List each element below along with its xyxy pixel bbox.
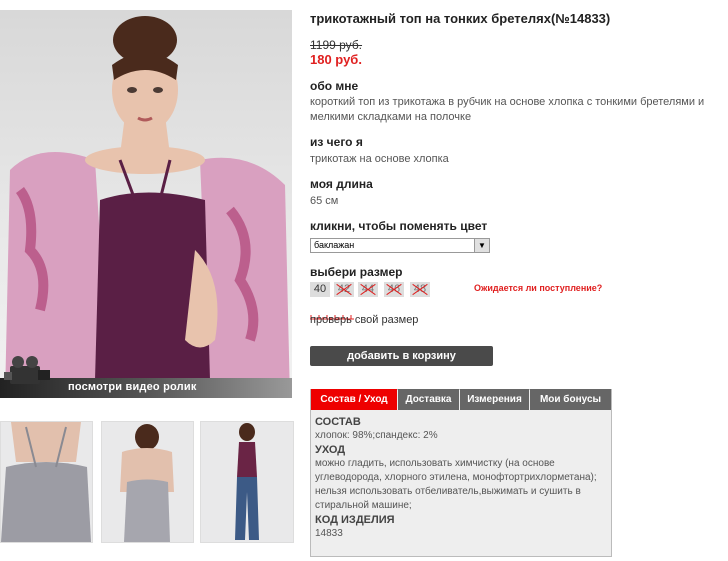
new-price: 180 руб. — [310, 52, 362, 67]
size-option-42[interactable]: 42 — [334, 282, 354, 297]
material-heading: из чего я — [310, 135, 363, 149]
thumbnail-3[interactable] — [200, 421, 294, 543]
length-text: 65 см — [310, 195, 339, 207]
chevron-down-icon[interactable]: ▼ — [474, 239, 489, 252]
thumbnail-1[interactable] — [0, 421, 93, 543]
about-heading: обо мне — [310, 79, 359, 93]
tab-bonuses[interactable]: Мои бонусы — [530, 389, 611, 410]
old-price: 1199 руб. — [310, 38, 363, 52]
care-text: можно гладить, использовать химчистку (н… — [315, 458, 597, 511]
ruler-icon — [310, 307, 354, 320]
size-option-46[interactable]: 46 — [384, 282, 404, 297]
tab-measurements[interactable]: Измерения — [460, 389, 529, 410]
product-code-text: 14833 — [315, 528, 343, 539]
size-check-link[interactable]: проверь свой размер — [310, 314, 418, 326]
size-option-40[interactable]: 40 — [310, 282, 330, 297]
about-text: короткий топ из трикотажа в рубчик на ос… — [310, 96, 705, 123]
color-heading: кликни, чтобы поменять цвет — [310, 219, 488, 233]
thumbnail-2[interactable] — [101, 421, 194, 543]
main-product-photo[interactable] — [0, 10, 292, 398]
product-code-heading: КОД ИЗДЕЛИЯ — [315, 514, 395, 526]
size-heading: выбери размер — [310, 265, 403, 279]
material-text: трикотаж на основе хлопка — [310, 153, 449, 165]
care-heading: УХОД — [315, 444, 346, 456]
color-select-value: баклажан — [314, 240, 355, 250]
size-option-48[interactable]: 48 — [410, 282, 430, 297]
color-select[interactable]: баклажан ▼ — [310, 238, 490, 253]
composition-text: хлопок: 98%;спандекс: 2% — [315, 430, 438, 441]
add-to-cart-button[interactable]: добавить в корзину — [310, 346, 493, 366]
product-title: трикотажный топ на тонких бретелях(№1483… — [310, 11, 611, 26]
tab-delivery[interactable]: Доставка — [398, 389, 459, 410]
video-camera-icon[interactable] — [2, 352, 54, 392]
panel-content: СОСТАВ хлопок: 98%;спандекс: 2% УХОД мож… — [315, 415, 605, 541]
size-option-44[interactable]: 44 — [358, 282, 378, 297]
composition-heading: СОСТАВ — [315, 416, 361, 428]
length-heading: моя длина — [310, 177, 373, 191]
video-link-label[interactable]: посмотри видео ролик — [68, 381, 197, 393]
tab-composition-care[interactable]: Состав / Уход — [311, 389, 397, 410]
availability-notify-link[interactable]: Ожидается ли поступление? — [474, 283, 602, 293]
